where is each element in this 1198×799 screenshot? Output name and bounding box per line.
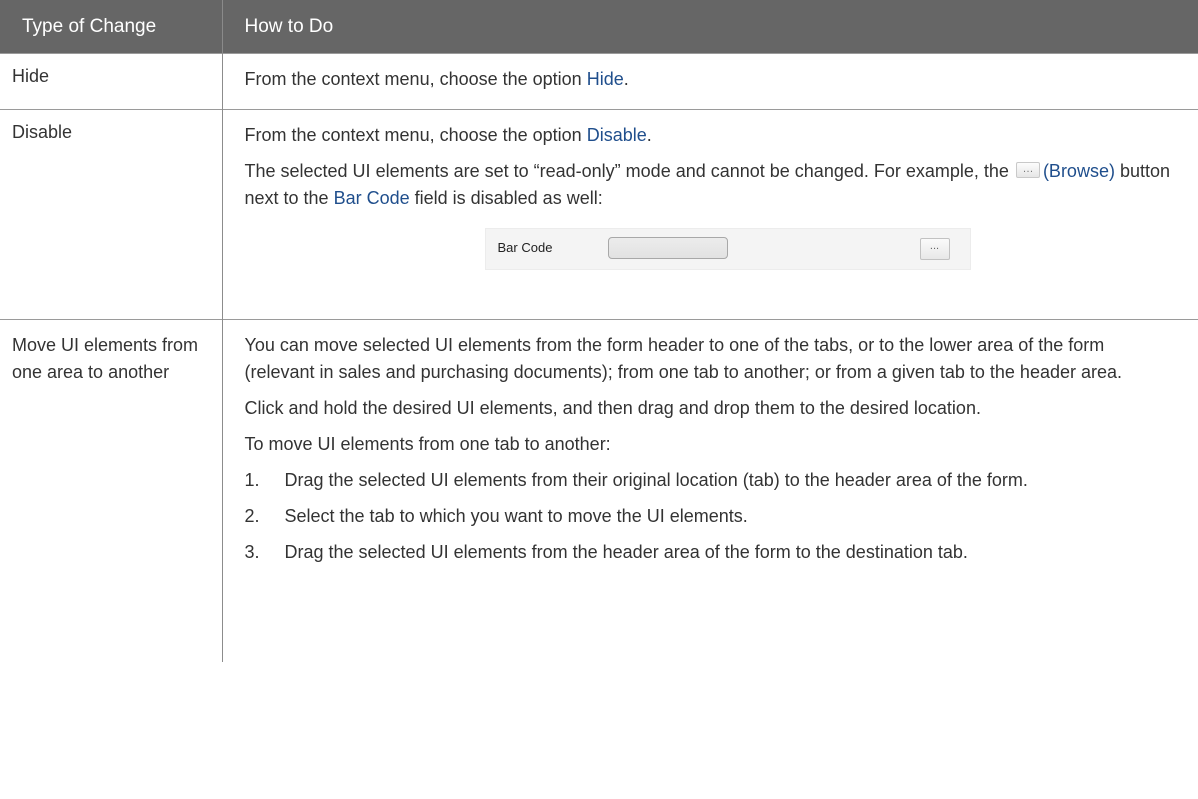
- cell-type-hide: Hide: [0, 53, 223, 110]
- header-type-of-change: Type of Change: [0, 0, 223, 54]
- bar-code-sample-browse-button: ...: [919, 238, 950, 260]
- bar-code-link[interactable]: Bar Code: [334, 188, 410, 208]
- cell-how-hide: From the context menu, choose the option…: [222, 53, 1198, 110]
- hide-suffix: .: [623, 69, 629, 89]
- change-types-table-wrap: Type of Change How to Do Hide From the c…: [0, 0, 1198, 662]
- browse-icon: [1015, 156, 1040, 183]
- header-how-to-do: How to Do: [222, 0, 1198, 54]
- cell-type-disable: Disable: [0, 109, 223, 320]
- hide-prefix: From the context menu, choose the option: [244, 69, 587, 89]
- hide-option-link[interactable]: Hide: [587, 69, 624, 89]
- bar-code-sample-field: [607, 237, 728, 259]
- change-types-table: Type of Change How to Do Hide From the c…: [0, 0, 1198, 662]
- step-text: Drag the selected UI elements from the h…: [284, 542, 968, 562]
- table-row-move: Move UI elements from one area to anothe…: [0, 319, 1198, 662]
- list-item: 1. Drag the selected UI elements from the…: [245, 467, 1179, 494]
- list-item: 2. Select the tab to which you want to mo…: [245, 503, 1179, 530]
- cell-type-move: Move UI elements from one area to anothe…: [0, 319, 223, 662]
- disable-instruction: From the context menu, choose the option…: [245, 122, 1179, 149]
- disable-expl-c: field is disabled as well:: [409, 188, 603, 208]
- step-number: 1.: [244, 470, 260, 490]
- disable-suffix: .: [646, 125, 652, 145]
- table-row-disable: Disable From the context menu, choose th…: [0, 109, 1198, 320]
- disable-expl-a: The selected UI elements are set to “rea…: [244, 161, 1014, 181]
- list-item: 3. Drag the selected UI elements from the…: [245, 539, 1179, 566]
- cell-how-disable: From the context menu, choose the option…: [222, 109, 1198, 320]
- table-row-hide: Hide From the context menu, choose the o…: [0, 53, 1198, 110]
- step-text: Drag the selected UI elements from their…: [284, 470, 1028, 490]
- disable-option-link[interactable]: Disable: [587, 125, 647, 145]
- move-steps-list: 1. Drag the selected UI elements from the…: [245, 467, 1179, 566]
- step-number: 3.: [244, 542, 260, 562]
- browse-link[interactable]: (Browse): [1043, 161, 1115, 181]
- step-text: Select the tab to which you want to move…: [284, 506, 748, 526]
- hide-instruction: From the context menu, choose the option…: [245, 66, 1179, 93]
- move-para-1: You can move selected UI elements from t…: [244, 335, 1123, 382]
- disable-prefix: From the context menu, choose the option: [244, 125, 587, 145]
- cell-how-move: You can move selected UI elements from t…: [222, 319, 1198, 662]
- bar-code-sample-image: Bar Code ...: [484, 228, 971, 270]
- bar-code-sample-label: Bar Code: [497, 240, 553, 255]
- move-para-2: Click and hold the desired UI elements, …: [244, 398, 981, 418]
- move-para-3: To move UI elements from one tab to anot…: [244, 434, 611, 454]
- disable-explanation: The selected UI elements are set to “rea…: [244, 156, 1179, 212]
- table-header-row: Type of Change How to Do: [0, 0, 1198, 54]
- step-number: 2.: [244, 506, 260, 526]
